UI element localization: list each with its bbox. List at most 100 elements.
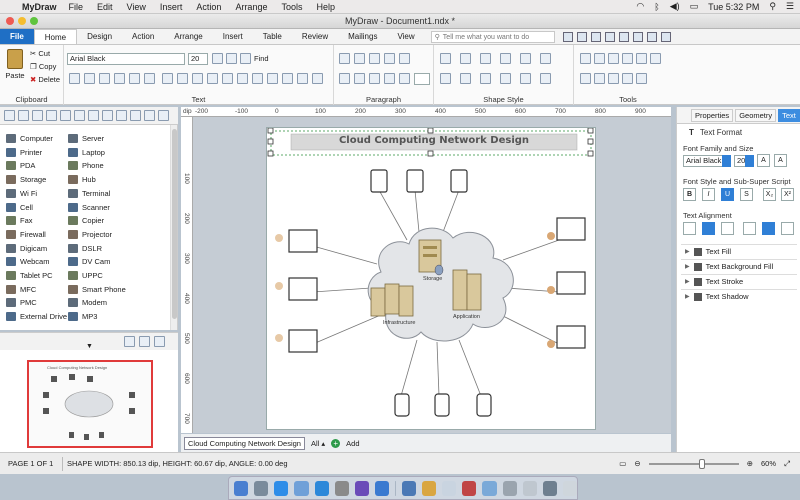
folder-icon[interactable] (542, 480, 557, 496)
phone-icon[interactable] (434, 393, 450, 417)
finder-icon[interactable] (234, 480, 249, 496)
stencil-item[interactable]: Phone (68, 159, 104, 172)
highlight-color-icon[interactable] (177, 73, 188, 84)
font-family-dropdown-icon[interactable] (722, 155, 731, 167)
find-button[interactable]: Find (254, 54, 269, 63)
text-effects-icon[interactable] (207, 73, 218, 84)
tab-geometry[interactable]: Geometry (735, 109, 777, 122)
text-background-fill-row[interactable]: ▶ Text Background Fill (681, 259, 797, 273)
fill-settings-icon[interactable] (460, 53, 471, 64)
shadow-settings-icon[interactable] (540, 53, 551, 64)
stencil-item[interactable]: Computer (6, 132, 53, 145)
format-painter-icon[interactable] (297, 73, 308, 84)
stencil-item[interactable]: Printer (6, 146, 42, 159)
shrink-font-icon[interactable] (226, 53, 237, 64)
application-servers-icon[interactable] (452, 269, 482, 311)
tab-arrange[interactable]: Arrange (164, 29, 212, 44)
underline-icon[interactable] (99, 73, 110, 84)
tab-view[interactable]: View (387, 29, 424, 44)
user-icon[interactable] (275, 282, 283, 290)
app-menu[interactable]: MyDraw (22, 2, 57, 12)
arrows-icon[interactable] (480, 73, 491, 84)
photos-icon[interactable] (422, 480, 437, 496)
wifi-icon[interactable]: ◠ (636, 1, 644, 12)
panel-align-left-icon[interactable] (683, 222, 696, 235)
panel-superscript-button[interactable]: X² (781, 188, 794, 201)
panel-bold-button[interactable]: B (683, 188, 696, 201)
tab-table[interactable]: Table (253, 29, 292, 44)
user-icon[interactable] (275, 334, 283, 342)
monitor-icon[interactable] (556, 217, 586, 241)
fit-page-icon[interactable]: ▭ (619, 459, 626, 468)
redo-icon[interactable] (646, 31, 657, 42)
align-right-icon[interactable] (369, 73, 380, 84)
thumbnail-viewport[interactable]: Cloud Computing Network Design (27, 360, 153, 448)
pilcrow-icon[interactable] (399, 73, 410, 84)
monitor-icon[interactable] (556, 271, 586, 295)
print-preview-icon[interactable] (618, 31, 629, 42)
connector-tool-icon[interactable] (580, 73, 591, 84)
pencil-tool-icon[interactable] (594, 73, 605, 84)
stencil-item[interactable]: Laptop (68, 146, 105, 159)
monitor-icon[interactable] (288, 277, 318, 301)
phone-icon[interactable] (394, 393, 410, 417)
tab-review[interactable]: Review (292, 29, 338, 44)
arc-tool-icon[interactable] (636, 73, 647, 84)
stencil-item[interactable]: Tablet PC (6, 269, 53, 282)
cut-button[interactable]: ✂ Cut (30, 49, 50, 58)
downloads-icon[interactable] (482, 480, 497, 496)
format-shape-icon[interactable] (540, 73, 551, 84)
tab-properties[interactable]: Properties (691, 109, 734, 122)
panel-font-family[interactable]: Arial Black (683, 155, 723, 167)
tablet-icon[interactable] (406, 169, 424, 193)
binoculars-icon[interactable] (240, 53, 251, 64)
window-icon[interactable] (502, 480, 517, 496)
tab-mailings[interactable]: Mailings (338, 29, 387, 44)
tablet-icon[interactable] (370, 169, 388, 193)
grow-font-icon[interactable] (212, 53, 223, 64)
notification-center-icon[interactable]: ☰ (786, 1, 794, 12)
stencil-item[interactable]: MFC (6, 283, 36, 296)
collapse-arrow-icon[interactable]: ▼ (86, 343, 93, 350)
battery-icon[interactable]: ▭ (690, 1, 699, 12)
add-page-label[interactable]: Add (346, 439, 359, 448)
tab-design[interactable]: Design (77, 29, 122, 44)
connect-icon[interactable] (139, 336, 150, 347)
stencil-item[interactable]: Copier (68, 214, 104, 227)
curve-tool-icon[interactable] (650, 53, 661, 64)
stencil-item[interactable]: Fax (6, 214, 33, 227)
user-icon[interactable] (275, 234, 283, 242)
volume-icon[interactable]: ◀) (670, 1, 680, 12)
polyline-tool-icon[interactable] (636, 53, 647, 64)
stencil-item[interactable]: Terminal (68, 187, 110, 200)
monitor-icon[interactable] (288, 229, 318, 253)
tab-text[interactable]: Text (778, 109, 800, 122)
menu-arrange[interactable]: Arrange (235, 2, 267, 12)
stencil-item[interactable]: PMC (6, 296, 37, 309)
undo-icon[interactable] (632, 31, 643, 42)
tab-file[interactable]: File (0, 29, 34, 44)
stencil-expand-icon[interactable] (116, 110, 127, 121)
text-fill-row[interactable]: ▶ Text Fill (681, 244, 797, 258)
font-family-select[interactable]: Arial Black (67, 53, 185, 65)
stencil-list-icon[interactable] (18, 110, 29, 121)
panel-align-center-icon[interactable] (702, 222, 715, 235)
stencil-thumb-icon[interactable] (88, 110, 99, 121)
decrease-font-icon[interactable]: A (774, 154, 787, 167)
menu-help[interactable]: Help (316, 2, 335, 12)
panel-underline-button[interactable]: U (721, 188, 734, 201)
all-pages-dropdown[interactable]: All ▴ (311, 439, 325, 448)
text-style-icon[interactable] (222, 73, 233, 84)
menu-file[interactable]: File (69, 2, 84, 12)
zoom-out-icon[interactable]: ⊖ (634, 459, 640, 468)
infrastructure-servers-icon[interactable] (370, 283, 414, 317)
page-thumbnail[interactable]: Cloud Computing Network Design (0, 350, 178, 454)
font-size-select[interactable]: 20 (188, 53, 208, 65)
text-box-icon[interactable] (237, 73, 248, 84)
menu-tools[interactable]: Tools (281, 2, 302, 12)
safari-icon[interactable] (274, 480, 289, 496)
monitor-icon[interactable] (154, 336, 165, 347)
bold-icon[interactable] (69, 73, 80, 84)
increase-font-icon[interactable]: A (757, 154, 770, 167)
copy-button[interactable]: ❐ Copy (30, 62, 56, 71)
